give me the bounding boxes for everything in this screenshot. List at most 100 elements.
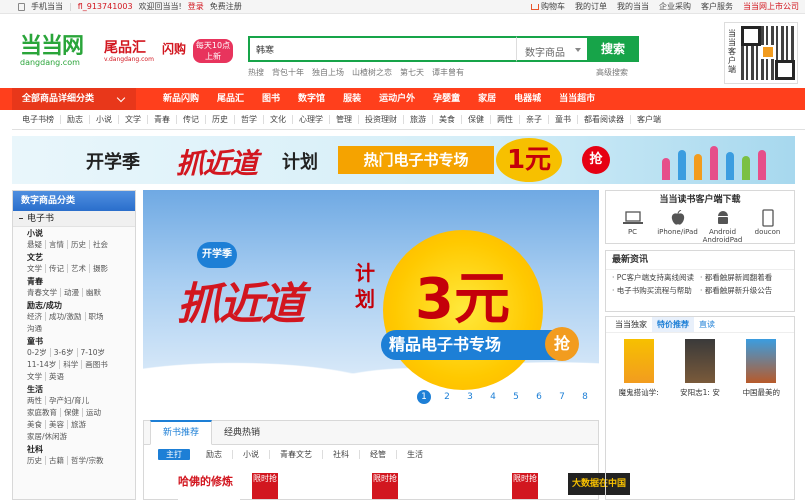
sidebar-link[interactable]: 沟通 bbox=[27, 324, 45, 333]
sidebar-link[interactable]: 文学 bbox=[27, 372, 46, 381]
subnav-item[interactable]: 历史 bbox=[206, 115, 235, 124]
subnav-item[interactable]: 文学 bbox=[119, 115, 148, 124]
hot-word[interactable]: 山楂树之恋 bbox=[352, 67, 392, 78]
news-item[interactable]: · 都看触屏新升级公告 bbox=[700, 286, 788, 296]
nav-item[interactable]: 服装 bbox=[334, 88, 370, 110]
book-cover[interactable]: 哈佛的修炼 bbox=[178, 473, 240, 503]
slider-page-dot[interactable]: 1 bbox=[417, 390, 431, 404]
subnav-item[interactable]: 小说 bbox=[90, 115, 119, 124]
sidebar-group-title[interactable]: 小说 bbox=[27, 229, 135, 239]
tab-bestsellers[interactable]: 经典热销 bbox=[212, 421, 272, 444]
search-category-select[interactable]: 数字商品 bbox=[516, 36, 587, 62]
sidebar-group-title[interactable]: 文艺 bbox=[27, 253, 135, 263]
tag-item[interactable]: 主打 bbox=[158, 448, 190, 460]
service-link[interactable]: 客户服务 bbox=[701, 1, 733, 12]
orders-link[interactable]: 我的订单 bbox=[575, 1, 607, 12]
all-categories-button[interactable]: 全部商品详细分类 bbox=[12, 88, 136, 110]
nav-item[interactable]: 家居 bbox=[469, 88, 505, 110]
login-link[interactable]: 登录 bbox=[188, 1, 204, 12]
subnav-item[interactable]: 文化 bbox=[264, 115, 293, 124]
tag-item[interactable]: 小说 bbox=[233, 449, 270, 459]
sidebar-group-title[interactable]: 社科 bbox=[27, 445, 135, 455]
tab-new-books[interactable]: 新书推荐 bbox=[150, 420, 213, 445]
news-item[interactable]: · 都看触屏新闻翻着看 bbox=[700, 273, 788, 283]
mobile-link[interactable]: 手机当当 bbox=[31, 1, 63, 12]
subnav-item[interactable]: 童书 bbox=[549, 115, 578, 124]
slider-page-dot[interactable]: 3 bbox=[463, 390, 477, 404]
promo-banner[interactable]: 开学季 抓近道 计划 热门电子书专场 1元 抢 bbox=[12, 136, 795, 184]
sidebar-link[interactable]: 青春文学 bbox=[27, 288, 61, 297]
subnav-item[interactable]: 电子书榜 bbox=[12, 115, 61, 124]
sidebar-group-title[interactable]: 青春 bbox=[27, 277, 135, 287]
sidebar-link[interactable]: 古籍 bbox=[49, 456, 68, 465]
news-item[interactable]: · 电子书购买流程与帮助 bbox=[612, 286, 700, 296]
tab-exclusive[interactable]: 当当独家 bbox=[610, 317, 652, 332]
book-item[interactable]: 安阳志1: 安 bbox=[675, 339, 725, 398]
hot-word[interactable]: 谭丰曾有 bbox=[432, 67, 464, 78]
sidebar-link[interactable]: 摄影 bbox=[93, 264, 111, 273]
sidebar-link[interactable]: 动漫 bbox=[64, 288, 83, 297]
subnav-item[interactable]: 客户端 bbox=[631, 115, 667, 124]
sidebar-link[interactable]: 家居/休闲游 bbox=[27, 432, 70, 441]
subnav-item[interactable]: 心理学 bbox=[293, 115, 330, 124]
subnav-item[interactable]: 哲学 bbox=[235, 115, 264, 124]
sidebar-link[interactable]: 艺术 bbox=[71, 264, 90, 273]
subnav-item[interactable]: 励志 bbox=[61, 115, 90, 124]
subnav-item[interactable]: 管理 bbox=[330, 115, 359, 124]
qr-code-box[interactable]: 当当客户端 bbox=[724, 22, 798, 84]
slider-page-dot[interactable]: 6 bbox=[532, 390, 546, 404]
sidebar-link[interactable]: 7-10岁 bbox=[81, 348, 109, 357]
sidebar-link[interactable]: 幽默 bbox=[86, 288, 104, 297]
slider-page-dot[interactable]: 2 bbox=[440, 390, 454, 404]
tag-item[interactable]: 励志 bbox=[196, 449, 233, 459]
news-item[interactable]: · PC客户端支持离线阅读 bbox=[612, 273, 700, 283]
nav-item[interactable]: 数字馆 bbox=[289, 88, 334, 110]
book-item[interactable]: 魔鬼搭讪学: bbox=[614, 339, 664, 398]
platform-android[interactable]: Android AndroidPad bbox=[701, 209, 745, 244]
slider-page-dot[interactable]: 8 bbox=[578, 390, 592, 404]
search-button[interactable]: 搜索 bbox=[587, 36, 639, 62]
nav-item[interactable]: 尾品汇 bbox=[208, 88, 253, 110]
daily-update-badge[interactable]: 每天10点上新 bbox=[193, 39, 233, 63]
slider-page-dot[interactable]: 5 bbox=[509, 390, 523, 404]
subnav-item[interactable]: 旅游 bbox=[404, 115, 433, 124]
hot-word[interactable]: 独自上场 bbox=[312, 67, 344, 78]
sidebar-sub-ebook[interactable]: 电子书 bbox=[13, 211, 135, 227]
limited-time-badge[interactable]: 限时抢 bbox=[252, 473, 278, 499]
nav-item[interactable]: 当当超市 bbox=[550, 88, 604, 110]
sidebar-link[interactable]: 英语 bbox=[49, 372, 67, 381]
ipo-link[interactable]: 当当网上市公司 bbox=[743, 1, 799, 12]
platform-iphone[interactable]: iPhone/iPad bbox=[656, 209, 700, 244]
sidebar-link[interactable]: 哲学/宗教 bbox=[71, 456, 107, 465]
dangdang-logo[interactable]: 当当网 dangdang.com bbox=[20, 36, 100, 70]
nav-item[interactable]: 电器城 bbox=[505, 88, 550, 110]
limited-time-badge[interactable]: 限时抢 bbox=[372, 473, 398, 499]
sidebar-link[interactable]: 孕产妇/育儿 bbox=[49, 396, 92, 405]
tag-item[interactable]: 生活 bbox=[397, 450, 433, 459]
platform-pc[interactable]: PC bbox=[611, 209, 655, 244]
subnav-item[interactable]: 青春 bbox=[148, 115, 177, 124]
sidebar-link[interactable]: 旅游 bbox=[71, 420, 89, 429]
cart-link[interactable]: 购物车 bbox=[531, 1, 565, 12]
shangou-logo[interactable]: 闪购 bbox=[162, 40, 192, 58]
sidebar-link[interactable]: 经济 bbox=[27, 312, 46, 321]
platform-doucon[interactable]: doucon bbox=[746, 209, 790, 244]
sidebar-link[interactable]: 职场 bbox=[89, 312, 107, 321]
nav-item[interactable]: 运动户外 bbox=[370, 88, 424, 110]
subnav-item[interactable]: 保健 bbox=[462, 115, 491, 124]
subnav-item[interactable]: 两性 bbox=[491, 115, 520, 124]
sidebar-group-title[interactable]: 童书 bbox=[27, 337, 135, 347]
sidebar-link[interactable]: 历史 bbox=[71, 240, 90, 249]
sidebar-link[interactable]: 美容 bbox=[49, 420, 68, 429]
sidebar-link[interactable]: 保健 bbox=[64, 408, 83, 417]
my-dangdang-link[interactable]: 我的当当 bbox=[617, 1, 649, 12]
sidebar-link[interactable]: 美食 bbox=[27, 420, 46, 429]
sidebar-link[interactable]: 家庭教育 bbox=[27, 408, 61, 417]
book-item[interactable]: 中国最美的 bbox=[736, 339, 786, 398]
sidebar-link[interactable]: 11-14岁 bbox=[27, 360, 61, 369]
sidebar-group-title[interactable]: 生活 bbox=[27, 385, 135, 395]
weipin-logo[interactable]: 尾品汇 v.dangdang.com bbox=[104, 40, 160, 70]
tag-item[interactable]: 经管 bbox=[360, 449, 397, 459]
tag-item[interactable]: 青春文艺 bbox=[270, 449, 323, 459]
sidebar-link[interactable]: 画图书 bbox=[85, 360, 111, 369]
